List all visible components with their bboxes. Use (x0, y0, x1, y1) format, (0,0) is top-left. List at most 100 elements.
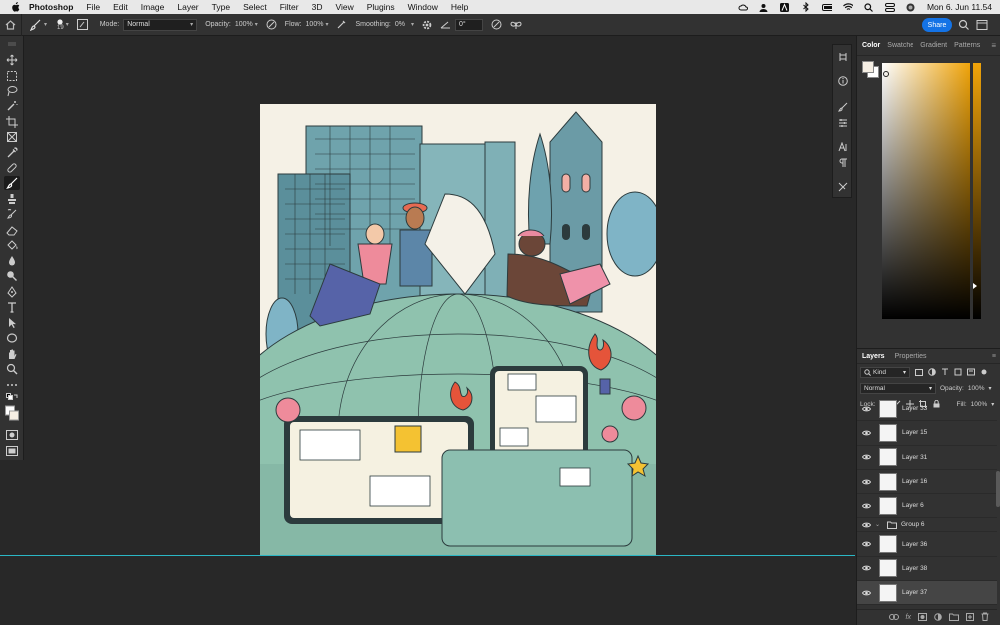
siri-icon[interactable] (906, 2, 916, 12)
toolbar-collapse-handle[interactable] (4, 40, 20, 48)
menu-app-name[interactable]: Photoshop (29, 2, 73, 12)
hue-slider-handle[interactable] (973, 283, 977, 289)
visibility-eye-icon[interactable] (857, 590, 875, 596)
layer-group-row[interactable]: ⌄ Group 6 (857, 518, 997, 533)
visibility-eye-icon[interactable] (857, 541, 875, 547)
menu-edit[interactable]: Edit (113, 2, 128, 12)
history-panel-icon[interactable] (837, 51, 849, 63)
chevron-down-icon[interactable]: ▾ (325, 21, 328, 28)
menu-help[interactable]: Help (451, 2, 468, 12)
adjustments-panel-icon[interactable] (837, 117, 849, 129)
menu-window[interactable]: Window (408, 2, 438, 12)
link-layers-icon[interactable] (888, 613, 899, 622)
layer-opacity-value[interactable]: 100% (968, 385, 985, 392)
kind-filter-select[interactable]: Kind ▾ (860, 366, 910, 378)
brush-angle-input[interactable]: 0° (455, 18, 484, 31)
layers-menu-icon[interactable]: ≡ (992, 353, 996, 360)
airbrush-toggle[interactable] (336, 19, 347, 30)
brush-tool-icon[interactable] (4, 176, 20, 190)
saturation-brightness-field[interactable] (882, 63, 970, 319)
pen-tool-icon[interactable] (4, 285, 20, 299)
menu-plugins[interactable]: Plugins (367, 2, 395, 12)
menu-filter[interactable]: Filter (280, 2, 299, 12)
canvas-artwork[interactable] (260, 104, 656, 556)
share-button[interactable]: Share (922, 18, 952, 32)
layer-name[interactable]: Layer 16 (902, 478, 927, 485)
move-tool-icon[interactable] (4, 53, 20, 67)
filter-toggle-icon[interactable] (979, 368, 988, 377)
foreground-color-swatch[interactable] (862, 61, 874, 73)
ellipse-tool-icon[interactable] (4, 331, 20, 345)
more-tools-icon[interactable] (4, 378, 20, 392)
foreground-background-swatch[interactable] (4, 403, 20, 423)
pixel-filter-icon[interactable] (914, 368, 923, 377)
tab-layers[interactable]: Layers (862, 353, 885, 360)
user-icon[interactable] (759, 2, 769, 12)
panel-menu-icon[interactable]: ≡ (991, 41, 996, 50)
layer-row[interactable]: Layer 6 (857, 494, 997, 519)
chevron-down-icon[interactable]: ▾ (66, 21, 69, 28)
character-panel-icon[interactable] (837, 141, 849, 153)
creative-cloud-icon[interactable] (738, 2, 748, 12)
layer-name[interactable]: Layer 6 (902, 502, 924, 509)
layer-name[interactable]: Layer 37 (902, 589, 927, 596)
history-brush-tool-icon[interactable] (4, 207, 20, 221)
layers-scrollbar[interactable] (996, 471, 1000, 507)
hand-tool-icon[interactable] (4, 347, 20, 361)
tool-presets-panel-icon[interactable] (837, 181, 849, 193)
mode-select[interactable]: Normal ▾ (123, 18, 198, 31)
chevron-down-icon[interactable]: ⌄ (875, 521, 881, 528)
smoothing-settings[interactable] (422, 20, 432, 30)
brush-tool-preset[interactable]: ▾ (30, 19, 47, 31)
menu-type[interactable]: Type (212, 2, 230, 12)
symmetry-button[interactable] (510, 20, 522, 30)
layer-row[interactable]: Layer 33 (857, 397, 997, 422)
quick-mask-icon[interactable] (4, 428, 20, 442)
marquee-tool-icon[interactable] (4, 69, 20, 83)
layer-name[interactable]: Layer 36 (902, 541, 927, 548)
brush-settings-panel-icon[interactable] (837, 101, 849, 113)
menu-view[interactable]: View (335, 2, 353, 12)
visibility-eye-icon[interactable] (857, 430, 875, 436)
frame-tool-icon[interactable] (4, 130, 20, 144)
tab-swatches[interactable]: Swatches (887, 42, 913, 49)
brush-settings-toggle[interactable] (76, 19, 88, 30)
default-colors-icon[interactable] (4, 392, 20, 402)
document-workspace[interactable] (25, 36, 830, 556)
paragraph-panel-icon[interactable] (837, 157, 849, 169)
visibility-eye-icon[interactable] (857, 454, 875, 460)
opacity-value[interactable]: 100% (235, 21, 253, 28)
layer-row[interactable]: Layer 16 (857, 470, 997, 495)
layer-name[interactable]: Layer 38 (902, 565, 927, 572)
adjustment-filter-icon[interactable] (927, 368, 936, 377)
control-center-icon[interactable] (884, 2, 895, 12)
tab-color[interactable]: Color (862, 42, 880, 49)
layer-row[interactable]: Layer 15 (857, 421, 997, 446)
visibility-eye-icon[interactable] (857, 503, 875, 509)
layer-effects-icon[interactable]: fx (906, 614, 911, 621)
visibility-eye-icon[interactable] (857, 522, 875, 528)
new-layer-icon[interactable] (966, 612, 974, 623)
layer-row[interactable]: Layer 31 (857, 446, 997, 470)
workspace-icon[interactable] (976, 19, 988, 31)
dodge-tool-icon[interactable] (4, 269, 20, 283)
chevron-down-icon[interactable]: ▾ (255, 21, 258, 28)
info-panel-icon[interactable] (837, 75, 849, 87)
crop-tool-icon[interactable] (4, 115, 20, 129)
layer-mask-icon[interactable] (918, 612, 927, 623)
adobe-icon[interactable] (780, 2, 790, 12)
chevron-down-icon[interactable]: ▾ (411, 21, 414, 28)
layer-name[interactable]: Layer 31 (902, 454, 927, 461)
smoothing-value[interactable]: 0% (395, 21, 405, 28)
tab-properties[interactable]: Properties (895, 353, 927, 360)
battery-icon[interactable] (821, 2, 832, 12)
eyedropper-tool-icon[interactable] (4, 146, 20, 160)
new-group-icon[interactable] (949, 613, 959, 623)
menu-image[interactable]: Image (141, 2, 165, 12)
eraser-tool-icon[interactable] (4, 223, 20, 237)
apple-icon[interactable] (9, 2, 21, 12)
path-selection-tool-icon[interactable] (4, 316, 20, 330)
menu-layer[interactable]: Layer (177, 2, 198, 12)
tab-patterns[interactable]: Patterns (954, 42, 980, 49)
color-picker-ring[interactable] (883, 71, 889, 77)
